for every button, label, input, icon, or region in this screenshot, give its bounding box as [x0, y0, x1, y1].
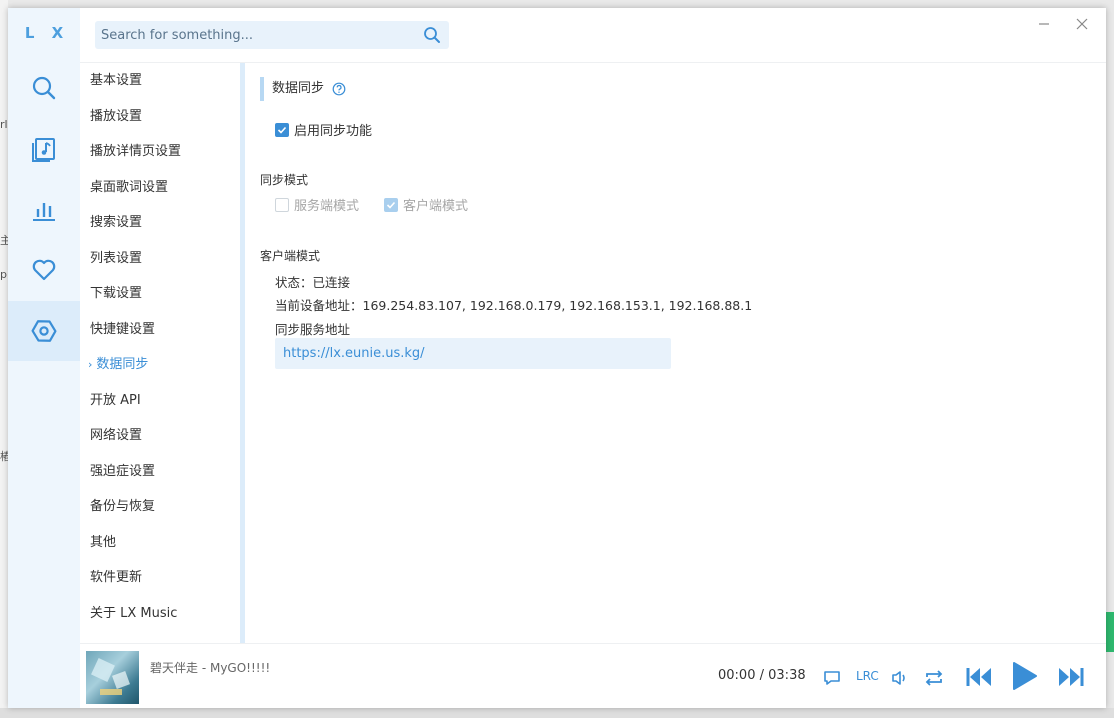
side-nav: L X	[8, 8, 80, 708]
settings-menu-item[interactable]: 备份与恢复	[90, 497, 155, 517]
settings-menu-item[interactable]: 列表设置	[90, 249, 142, 269]
server-address-label: 同步服务地址	[275, 322, 351, 337]
search-icon	[32, 76, 56, 100]
settings-menu-item[interactable]: 基本设置	[90, 71, 142, 91]
server-mode-checkbox[interactable]: 服务端模式	[275, 195, 359, 214]
checkbox-unchecked-icon	[275, 197, 289, 212]
device-address-line: 当前设备地址：169.254.83.107, 192.168.0.179, 19…	[275, 295, 752, 314]
comment-icon[interactable]	[822, 668, 842, 688]
chevron-right-icon: ›	[88, 358, 93, 371]
server-mode-label: 服务端模式	[294, 199, 360, 214]
client-mode-checkbox[interactable]: 客户端模式	[384, 195, 468, 214]
settings-menu-item[interactable]: 播放详情页设置	[90, 142, 181, 162]
app-window: L X Search for something... 基本设置 播放设置 播放…	[8, 8, 1106, 708]
settings-menu-item-active[interactable]: › 数据同步	[88, 355, 148, 375]
status-line: 状态：已连接	[275, 272, 350, 291]
total-time: 03:38	[768, 668, 806, 683]
current-time: 00:00	[718, 668, 756, 683]
background-bottom	[0, 708, 1114, 718]
sync-mode-title: 同步模式	[260, 173, 309, 187]
lyrics-toggle[interactable]: LRC	[856, 669, 879, 683]
search-box[interactable]	[95, 21, 449, 49]
settings-menu-item[interactable]: 快捷键设置	[90, 320, 155, 340]
status-label: 状态：	[275, 275, 313, 290]
music-list-icon	[32, 138, 55, 162]
checkbox-checked-icon	[384, 197, 398, 212]
device-address-value: 169.254.83.107, 192.168.0.179, 192.168.1…	[362, 298, 753, 313]
song-title[interactable]: 碧天伴走 - MyGO!!!!!	[150, 659, 270, 676]
search-icon[interactable]	[423, 26, 441, 44]
background-strip	[0, 0, 8, 718]
section-title: 数据同步	[260, 77, 346, 101]
top-bar	[80, 8, 1106, 63]
settings-menu-item[interactable]: 网络设置	[90, 426, 142, 446]
minimize-icon[interactable]	[1036, 16, 1052, 32]
nav-item-leaderboard[interactable]	[8, 180, 80, 240]
settings-menu-item-label: 数据同步	[96, 357, 149, 372]
enable-sync-checkbox[interactable]: 启用同步功能	[275, 120, 372, 139]
status-value: 已连接	[312, 275, 351, 290]
settings-menu-item[interactable]: 开放 API	[90, 391, 141, 411]
album-cover[interactable]	[86, 651, 139, 704]
server-address-field[interactable]	[275, 338, 671, 369]
settings-menu-item[interactable]: 其他	[90, 533, 116, 553]
nav-item-settings[interactable]	[8, 301, 80, 361]
background-green-button	[1106, 612, 1114, 652]
app-logo: L X	[24, 24, 70, 42]
repeat-icon[interactable]	[923, 668, 945, 688]
client-section-title: 客户端模式	[260, 249, 321, 263]
next-track-icon[interactable]	[1056, 664, 1086, 690]
nav-item-favorites[interactable]	[8, 240, 80, 300]
search-input[interactable]	[95, 21, 415, 49]
help-icon[interactable]	[332, 82, 346, 96]
close-icon[interactable]	[1074, 16, 1090, 32]
device-address-label: 当前设备地址：	[275, 298, 363, 313]
settings-menu-item[interactable]: 下载设置	[90, 284, 142, 304]
settings-menu-item[interactable]: 播放设置	[90, 107, 142, 127]
background-fragment: rl	[0, 118, 8, 131]
settings-menu-item[interactable]: 强迫症设置	[90, 462, 155, 482]
checkbox-checked-icon	[275, 122, 289, 137]
time-separator: /	[759, 668, 764, 683]
settings-menu-item[interactable]: 软件更新	[90, 568, 142, 588]
server-address-input[interactable]	[275, 338, 671, 369]
settings-menu: 基本设置 播放设置 播放详情页设置 桌面歌词设置 搜索设置 列表设置 下载设置 …	[80, 63, 245, 643]
heart-icon	[32, 259, 56, 281]
previous-track-icon[interactable]	[964, 664, 994, 690]
settings-menu-item[interactable]: 搜索设置	[90, 213, 142, 233]
nav-item-song-list[interactable]	[8, 119, 80, 179]
background-fragment: p	[0, 268, 7, 281]
volume-icon[interactable]	[890, 668, 910, 688]
settings-menu-item[interactable]: 桌面歌词设置	[90, 178, 168, 198]
play-time: 00:00 / 03:38	[718, 668, 806, 683]
play-icon[interactable]	[1010, 660, 1038, 692]
settings-icon	[31, 320, 57, 342]
nav-item-search[interactable]	[8, 58, 80, 118]
section-title-text: 数据同步	[272, 81, 325, 96]
player-bar: 碧天伴走 - MyGO!!!!! 00:00 / 03:38 LRC	[80, 643, 1106, 708]
client-mode-label: 客户端模式	[403, 199, 469, 214]
settings-menu-item[interactable]: 关于 LX Music	[90, 604, 177, 624]
settings-content: 数据同步 启用同步功能 同步模式 服务端模式 客户端模式 客户端模式 状态：已连…	[250, 63, 1106, 643]
leaderboard-icon	[33, 203, 55, 221]
enable-sync-label: 启用同步功能	[294, 124, 373, 139]
